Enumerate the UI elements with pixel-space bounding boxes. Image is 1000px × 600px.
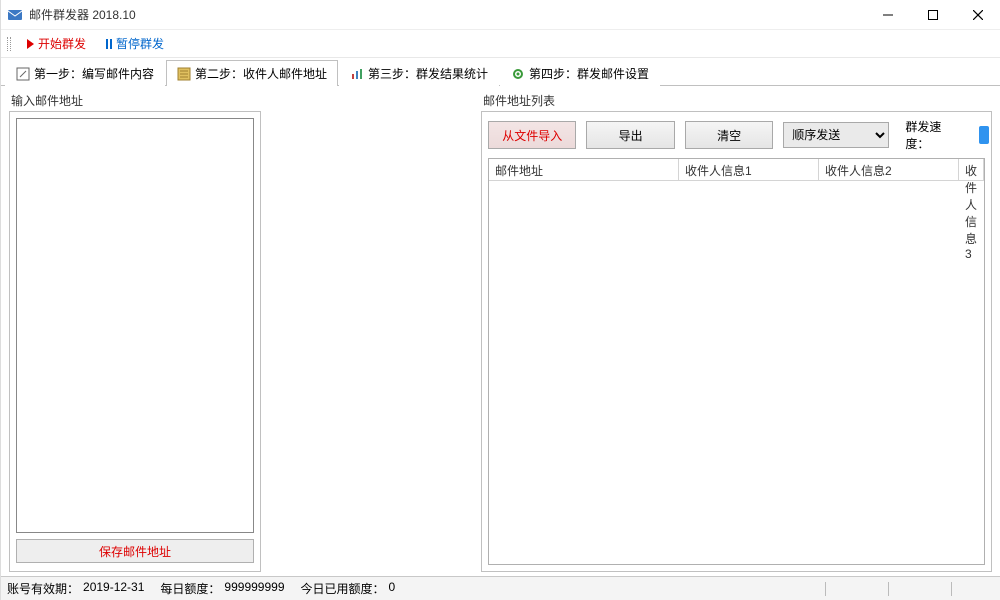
used-value: 0 <box>389 580 396 597</box>
list-icon <box>177 67 191 81</box>
start-send-label: 开始群发 <box>38 35 86 52</box>
pause-send-button[interactable]: 暂停群发 <box>100 33 170 54</box>
tab-label: 第四步：群发邮件设置 <box>529 65 649 82</box>
status-separators <box>825 582 994 596</box>
start-send-button[interactable]: 开始群发 <box>21 33 92 54</box>
slider-thumb[interactable] <box>979 126 989 144</box>
valid-value: 2019-12-31 <box>83 580 144 597</box>
status-bar: 账号有效期： 2019-12-31 每日额度： 999999999 今日已用额度… <box>1 576 1000 600</box>
pause-send-label: 暂停群发 <box>116 35 164 52</box>
address-table: 邮件地址 收件人信息1 收件人信息2 收件人信息3 <box>488 158 985 565</box>
col-address[interactable]: 邮件地址 <box>489 159 679 180</box>
toolbar-grip <box>7 37 11 51</box>
col-info2[interactable]: 收件人信息2 <box>819 159 959 180</box>
gear-icon <box>511 67 525 81</box>
maximize-button[interactable] <box>910 0 955 30</box>
tab-label: 第三步：群发结果统计 <box>368 65 488 82</box>
tab-step1[interactable]: 第一步：编写邮件内容 <box>5 60 165 86</box>
step-tabs: 第一步：编写邮件内容 第二步：收件人邮件地址 第三步：群发结果统计 第四步：群发… <box>1 58 1000 86</box>
titlebar: 邮件群发器 2018.10 <box>1 0 1000 30</box>
import-from-file-button[interactable]: 从文件导入 <box>488 121 576 149</box>
quota-value: 999999999 <box>224 580 284 597</box>
input-address-label: 输入邮件地址 <box>11 92 475 109</box>
address-list-label: 邮件地址列表 <box>483 92 992 109</box>
quota-label: 每日额度： <box>160 580 220 597</box>
pause-icon <box>106 39 112 49</box>
main-toolbar: 开始群发 暂停群发 <box>1 30 1000 58</box>
tab-step4[interactable]: 第四步：群发邮件设置 <box>500 60 660 86</box>
tab-label: 第二步：收件人邮件地址 <box>195 65 327 82</box>
send-order-select[interactable]: 顺序发送 <box>783 122 889 148</box>
tab-step2[interactable]: 第二步：收件人邮件地址 <box>166 60 338 86</box>
minimize-button[interactable] <box>865 0 910 30</box>
speed-label: 群发速度： <box>905 118 963 152</box>
stats-icon <box>350 67 364 81</box>
col-info1[interactable]: 收件人信息1 <box>679 159 819 180</box>
col-info3[interactable]: 收件人信息3 <box>959 159 984 180</box>
used-label: 今日已用额度： <box>301 580 385 597</box>
window-title: 邮件群发器 2018.10 <box>29 6 865 23</box>
close-button[interactable] <box>955 0 1000 30</box>
edit-icon <box>16 67 30 81</box>
save-address-button[interactable]: 保存邮件地址 <box>16 539 254 563</box>
tab-label: 第一步：编写邮件内容 <box>34 65 154 82</box>
table-body[interactable] <box>489 181 984 564</box>
export-button[interactable]: 导出 <box>586 121 674 149</box>
clear-button[interactable]: 清空 <box>685 121 773 149</box>
address-input[interactable] <box>16 118 254 533</box>
valid-label: 账号有效期： <box>7 580 79 597</box>
play-icon <box>27 39 34 49</box>
tab-step3[interactable]: 第三步：群发结果统计 <box>339 60 499 86</box>
app-icon <box>7 7 23 23</box>
